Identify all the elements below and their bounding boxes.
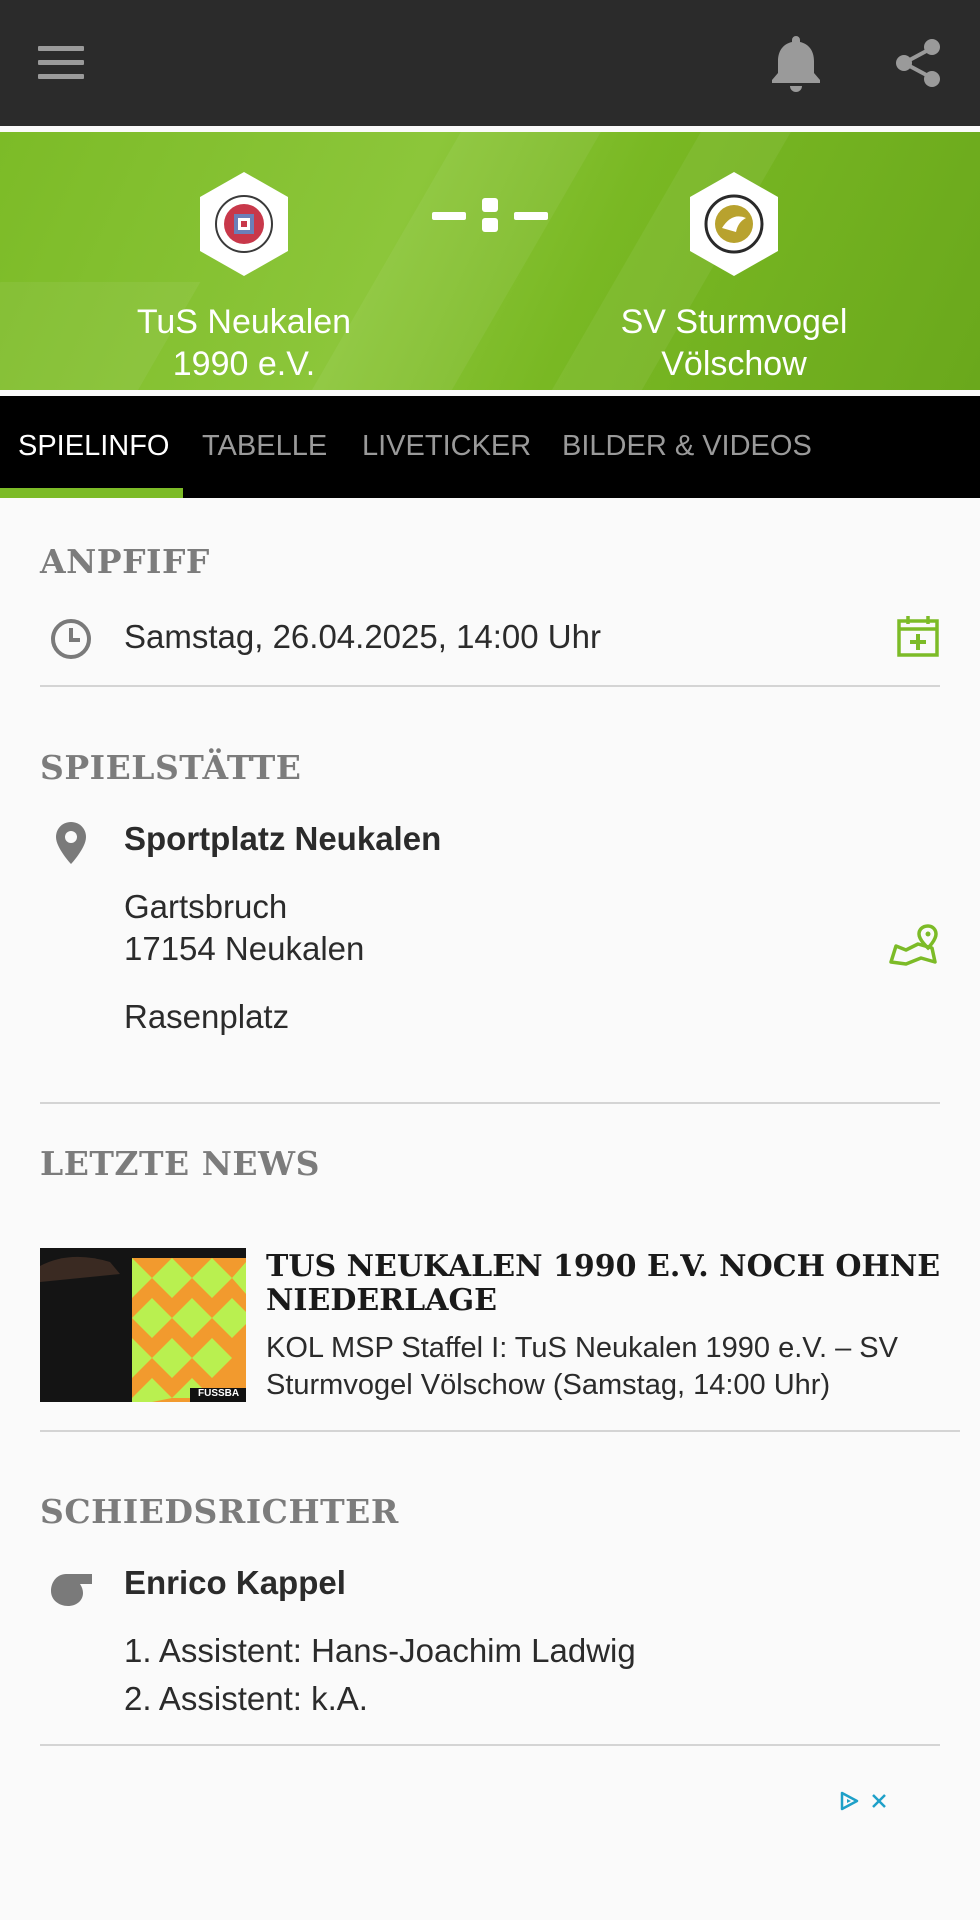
kickoff-datetime: Samstag, 26.04.2025, 14:00 Uhr <box>124 618 601 655</box>
away-team-name-line2: Völschow <box>661 345 807 383</box>
map-icon[interactable] <box>888 924 938 968</box>
schiedsrichter-section-title: SCHIEDSRICHTER <box>40 1492 399 1531</box>
venue-surface: Rasenplatz <box>124 998 290 1035</box>
away-team-name: SV Sturmvogel Völschow <box>564 301 904 385</box>
divider <box>40 685 940 687</box>
match-header: TuS Neukalen 1990 e.V. SV Sturmvogel Völ… <box>0 132 980 390</box>
assistant-1: 1. Assistent: Hans-Joachim Ladwig <box>124 1632 636 1669</box>
news-headline[interactable]: TUS NEUKALEN 1990 E.V. NOCH OHNE NIEDERL… <box>266 1250 946 1318</box>
tab-spielinfo[interactable]: SPIELINFO <box>18 430 170 463</box>
share-icon[interactable] <box>894 38 942 88</box>
divider <box>40 1430 960 1432</box>
away-team-name-line1: SV Sturmvogel <box>620 303 848 341</box>
app-bar <box>0 0 980 126</box>
location-pin-icon <box>56 822 86 864</box>
bell-icon[interactable] <box>770 34 822 92</box>
thumbnail-watermark: FUSSBA <box>198 1388 240 1399</box>
tab-tabelle[interactable]: TABELLE <box>202 430 327 463</box>
news-section-title: LETZTE NEWS <box>40 1144 320 1183</box>
tab-bar: SPIELINFO TABELLE LIVETICKER BILDER & VI… <box>0 396 980 498</box>
venue-street: Gartsbruch <box>124 888 288 925</box>
divider <box>40 1744 940 1746</box>
hamburger-menu-icon[interactable] <box>38 46 84 80</box>
ad-choices <box>838 1788 894 1814</box>
venue-city: 17154 Neukalen <box>124 930 365 967</box>
anpfiff-section-title: ANPFIFF <box>40 542 210 581</box>
home-team-name-line2: 1990 e.V. <box>172 345 316 383</box>
tab-bilder-videos[interactable]: BILDER & VIDEOS <box>562 430 812 463</box>
active-tab-indicator <box>0 488 183 498</box>
tab-liveticker[interactable]: LIVETICKER <box>362 430 531 463</box>
whistle-icon <box>51 1574 92 1606</box>
assistant-2: 2. Assistent: k.A. <box>124 1680 368 1717</box>
divider <box>40 1102 940 1104</box>
add-to-calendar-icon[interactable] <box>896 614 940 658</box>
home-team-crest-icon <box>200 172 288 276</box>
venue-name: Sportplatz Neukalen <box>124 820 442 857</box>
news-thumbnail: FUSSBA <box>40 1248 246 1402</box>
home-team-name-line1: TuS Neukalen <box>136 303 352 341</box>
close-icon[interactable] <box>870 1792 888 1810</box>
home-team-name: TuS Neukalen 1990 e.V. <box>74 301 414 385</box>
news-teaser: KOL MSP Staffel I: TuS Neukalen 1990 e.V… <box>266 1332 898 1401</box>
adchoices-icon[interactable] <box>838 1790 860 1812</box>
home-team[interactable]: TuS Neukalen 1990 e.V. <box>74 170 414 385</box>
away-team-crest-icon <box>690 172 778 276</box>
spielstaette-section-title: SPIELSTÄTTE <box>40 748 302 787</box>
clock-icon <box>51 619 91 659</box>
news-thumbnail-image <box>40 1248 246 1402</box>
score-placeholder <box>432 192 548 238</box>
away-team[interactable]: SV Sturmvogel Völschow <box>564 170 904 385</box>
referee-name: Enrico Kappel <box>124 1564 346 1601</box>
